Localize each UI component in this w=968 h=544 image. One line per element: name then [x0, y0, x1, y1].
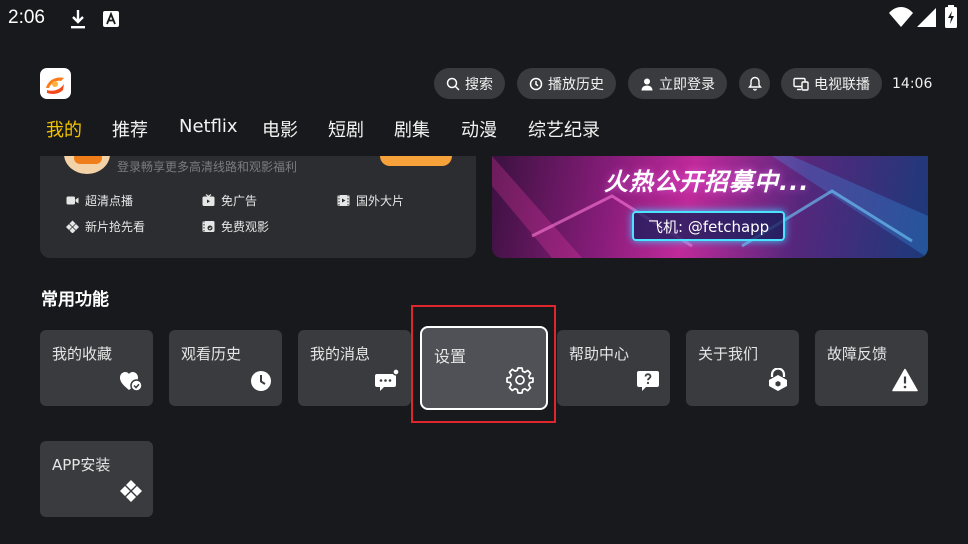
perk-foreign-films: 国外大片	[337, 192, 404, 209]
header-clock: 14:06	[892, 76, 933, 92]
app-install-icon	[119, 479, 143, 507]
perk-early-access: 新片抢先看	[66, 218, 145, 235]
tab-series[interactable]: 剧集	[394, 116, 430, 142]
font-a-icon	[102, 8, 120, 34]
login-label: 立即登录	[659, 76, 715, 93]
search-label: 搜索	[465, 76, 493, 93]
tile-messages[interactable]: 我的消息	[298, 330, 411, 406]
app-logo	[40, 68, 71, 99]
heart-check-icon	[119, 370, 143, 396]
vip-button[interactable]	[380, 156, 452, 166]
clock-icon	[250, 370, 272, 396]
video-icon	[66, 196, 79, 205]
account-card[interactable]: 登录畅享更多高清线路和观影福利 超清点播 免广告 国外大片 新片抢先看 免费观影	[40, 156, 476, 258]
user-icon	[641, 78, 653, 90]
recruit-banner[interactable]: 火热公开招募中... 飞机: @fetchapp	[492, 156, 928, 258]
film-icon	[337, 195, 350, 206]
tile-about-us[interactable]: 关于我们	[686, 330, 799, 406]
signal-icon	[917, 6, 937, 32]
help-icon	[636, 370, 660, 396]
status-time: 2:06	[8, 7, 45, 28]
tab-movies[interactable]: 电影	[262, 116, 298, 142]
warning-icon	[892, 368, 918, 396]
status-bar: 2:06	[0, 0, 968, 38]
avatar	[64, 156, 110, 174]
tab-netflix[interactable]: Netflix	[179, 116, 238, 137]
tab-recommend[interactable]: 推荐	[112, 116, 148, 142]
account-subtitle: 登录畅享更多高清线路和观影福利	[117, 160, 298, 174]
tile-favorites[interactable]: 我的收藏	[40, 330, 153, 406]
tile-watch-history[interactable]: 观看历史	[169, 330, 282, 406]
banner-title: 火热公开招募中...	[604, 168, 810, 196]
tab-short-drama[interactable]: 短剧	[328, 116, 364, 142]
history-icon	[529, 77, 543, 90]
search-button[interactable]: 搜索	[434, 68, 505, 99]
banner-contact-tag: 飞机: @fetchapp	[632, 211, 786, 241]
notification-button[interactable]	[739, 68, 770, 99]
tv-cast-icon	[793, 77, 809, 91]
message-icon	[375, 368, 401, 396]
wifi-icon	[888, 6, 914, 32]
bell-icon	[747, 76, 762, 91]
perk-no-ads: 免广告	[202, 192, 257, 209]
download-icon	[68, 8, 88, 34]
history-button[interactable]: 播放历史	[517, 68, 616, 99]
history-label: 播放历史	[548, 76, 604, 93]
search-icon	[446, 77, 460, 91]
tile-feedback[interactable]: 故障反馈	[815, 330, 928, 406]
diamond-grid-icon	[66, 220, 79, 233]
perk-free-watch: 免费观影	[202, 218, 269, 235]
tile-help-center[interactable]: 帮助中心	[557, 330, 670, 406]
login-button[interactable]: 立即登录	[628, 68, 727, 99]
tile-app-install[interactable]: APP安装	[40, 441, 153, 517]
info-home-icon	[767, 367, 789, 396]
tab-variety-documentary[interactable]: 综艺纪录	[528, 116, 600, 142]
tab-mine[interactable]: 我的	[46, 116, 82, 142]
ticket-icon	[202, 221, 215, 232]
tv-icon	[202, 194, 215, 206]
perk-hd: 超清点播	[66, 192, 133, 209]
tv-link-label: 电视联播	[814, 76, 870, 93]
tab-anime[interactable]: 动漫	[461, 116, 497, 142]
battery-icon	[944, 5, 958, 33]
focus-highlight	[411, 305, 556, 423]
section-title: 常用功能	[41, 290, 109, 310]
tv-link-button[interactable]: 电视联播	[781, 68, 882, 99]
